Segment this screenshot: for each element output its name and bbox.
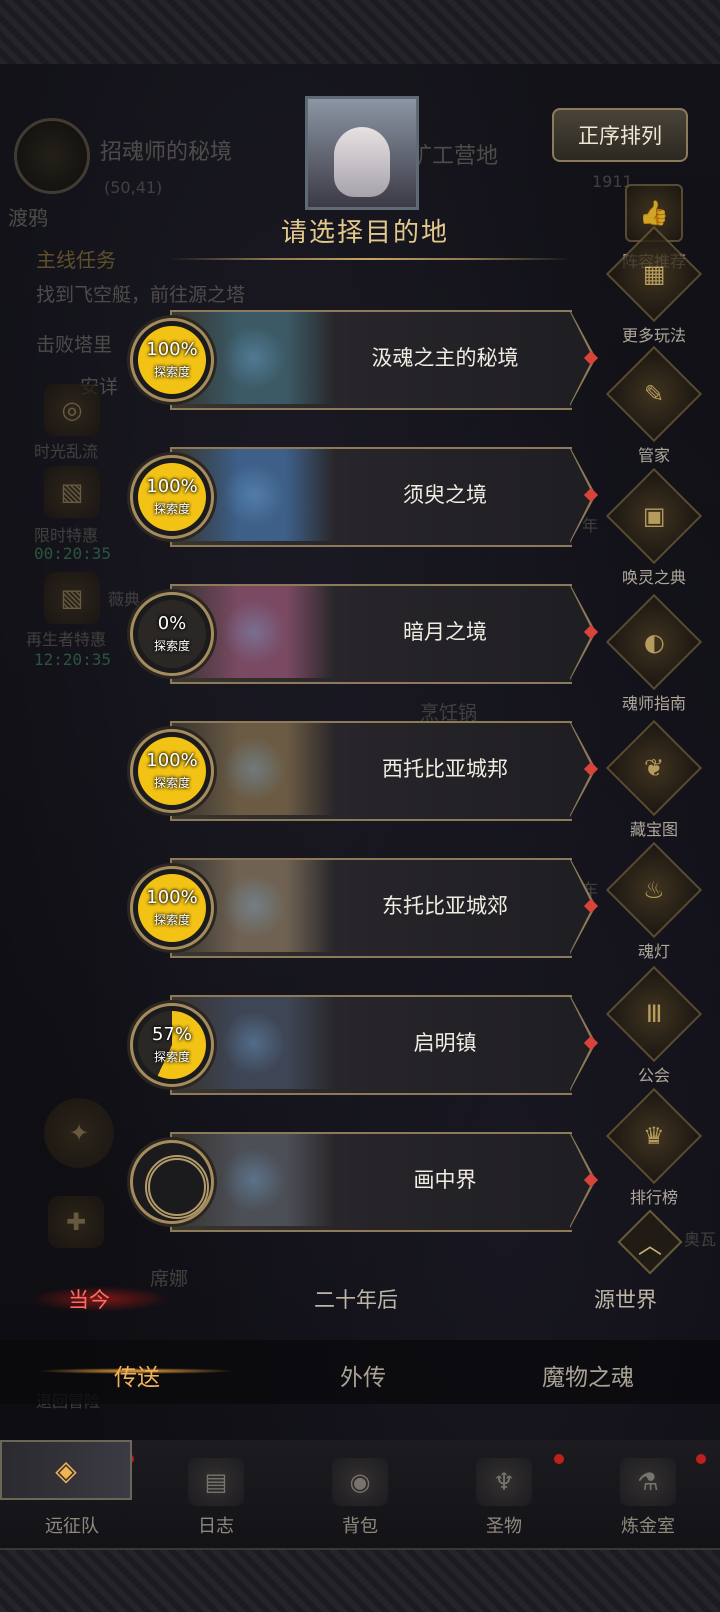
exploration-orb: 100% 探索度 [130, 866, 214, 950]
destination-name: 东托比亚城郊 [382, 894, 508, 918]
butler-icon: ✎ [605, 345, 703, 443]
exploration-orb: 100% 探索度 [130, 729, 214, 813]
tab-teleport[interactable]: 传送 [114, 1358, 160, 1392]
guild-icon: Ⅲ [605, 965, 703, 1063]
exploration-orb: 57% 探索度 [130, 1003, 214, 1087]
sidebar-item-more[interactable]: ▦ 更多玩法 [605, 225, 703, 346]
exploration-percent: 0% [157, 613, 187, 634]
exploration-fill [138, 737, 206, 805]
destination-card[interactable]: 须臾之境 100% 探索度 [130, 443, 600, 547]
exploration-fill [138, 600, 206, 668]
destination-card[interactable]: 东托比亚城郊 100% 探索度 [130, 854, 600, 958]
guide-icon: ◐ [605, 593, 703, 691]
swirl-icon [145, 1155, 209, 1219]
destination-name: 启明镇 [413, 1031, 477, 1055]
title-divider [168, 258, 572, 260]
notification-dot [554, 1454, 564, 1464]
exploration-percent: 100% [146, 476, 198, 497]
exploration-orb [130, 1140, 214, 1224]
bottom-frame [0, 1548, 720, 1612]
soul-lamp-icon: ♨ [605, 841, 703, 939]
era-tab-bar: 当今 二十年后 源世界 [0, 1272, 720, 1328]
exploration-orb: 100% 探索度 [130, 318, 214, 402]
artwork-glow [222, 1148, 286, 1212]
relic-icon: ♆ [476, 1458, 532, 1506]
artwork-glow [222, 874, 286, 938]
destination-card[interactable]: 汲魂之主的秘境 100% 探索度 [130, 306, 600, 410]
destination-card[interactable]: 西托比亚城邦 100% 探索度 [130, 717, 600, 821]
journal-icon: ▤ [188, 1458, 244, 1506]
sidebar-item-soul-lamp[interactable]: ♨ 魂灯 [605, 841, 703, 962]
tab-era-present[interactable]: 当今 [68, 1284, 110, 1314]
exploration-fill [138, 326, 206, 394]
exploration-percent: 100% [146, 750, 198, 771]
artwork-glow [222, 600, 286, 664]
destination-card[interactable]: 启明镇 57% 探索度 [130, 991, 600, 1095]
tab-side-story[interactable]: 外传 [340, 1358, 386, 1392]
exploration-percent: 100% [146, 339, 198, 360]
sort-order-button[interactable]: 正序排列 [552, 108, 688, 162]
exploration-orb: 100% 探索度 [130, 455, 214, 539]
tab-era-origin-world[interactable]: 源世界 [594, 1284, 657, 1314]
artwork-glow [222, 326, 286, 390]
destination-name: 汲魂之主的秘境 [371, 346, 519, 370]
sidebar-item-treasure-map[interactable]: ❦ 藏宝图 [605, 719, 703, 840]
destination-card[interactable]: 暗月之境 0% 探索度 [130, 580, 600, 684]
more-modes-icon: ▦ [605, 225, 703, 323]
sidebar-item-codex[interactable]: ▣ 唤灵之典 [605, 467, 703, 588]
backpack-icon: ◉ [332, 1458, 388, 1506]
notification-dot [696, 1454, 706, 1464]
codex-icon: ▣ [605, 467, 703, 565]
exploration-orb: 0% 探索度 [130, 592, 214, 676]
exploration-percent: 57% [151, 1024, 192, 1045]
exploration-caption: 探索度 [153, 365, 190, 379]
chevron-up-icon: ︿ [638, 1230, 662, 1259]
nav-relics[interactable]: ♆ 圣物 [444, 1458, 564, 1538]
destination-name: 暗月之境 [403, 620, 487, 644]
destination-card[interactable]: 画中界 [130, 1128, 600, 1232]
exploration-fill [138, 874, 206, 942]
sidebar-item-guild[interactable]: Ⅲ 公会 [605, 965, 703, 1086]
exploration-fill [138, 1011, 206, 1079]
nav-backpack[interactable]: ◉ 背包 [300, 1458, 420, 1538]
exploration-caption: 探索度 [153, 913, 190, 927]
exploration-caption: 探索度 [153, 502, 190, 516]
exploration-caption: 探索度 [153, 776, 190, 790]
exploration-fill [138, 463, 206, 531]
hero-face [334, 127, 390, 197]
exploration-caption: 探索度 [153, 1050, 190, 1064]
exploration-caption: 探索度 [153, 639, 190, 653]
artwork-glow [222, 737, 286, 801]
panel-title: 请选择目的地 [280, 218, 449, 248]
sidebar-collapse-button[interactable]: ︿ [608, 1209, 692, 1275]
artwork-glow [222, 1011, 286, 1075]
expedition-button[interactable]: ◈ [0, 1440, 132, 1500]
treasure-map-icon: ❦ [605, 719, 703, 817]
tab-era-twenty-years[interactable]: 二十年后 [314, 1284, 398, 1314]
destination-name: 须臾之境 [403, 483, 487, 507]
tab-monster-soul[interactable]: 魔物之魂 [542, 1358, 634, 1392]
exploration-percent: 100% [146, 887, 198, 908]
top-frame [0, 0, 720, 66]
hero-portrait[interactable] [305, 96, 419, 210]
nav-alchemy[interactable]: ⚗ 炼金室 [588, 1458, 708, 1538]
mode-tab-bar: 传送 外传 魔物之魂 [0, 1340, 720, 1404]
trophy-icon: ♛ [605, 1087, 703, 1185]
nav-journal[interactable]: ▤ 日志 [156, 1458, 276, 1538]
sidebar-item-guide[interactable]: ◐ 魂师指南 [605, 593, 703, 714]
destination-name: 画中界 [413, 1168, 477, 1192]
artwork-glow [222, 463, 286, 527]
sidebar-item-butler[interactable]: ✎ 管家 [605, 345, 703, 466]
arrow-emblem-icon: ◈ [55, 1453, 77, 1487]
alchemy-icon: ⚗ [620, 1458, 676, 1506]
sidebar-item-ranking[interactable]: ♛ 排行榜 [605, 1087, 703, 1208]
destination-name: 西托比亚城邦 [382, 757, 508, 781]
